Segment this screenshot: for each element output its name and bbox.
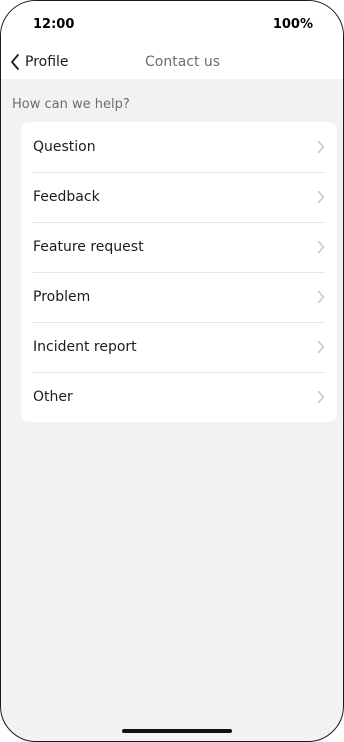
chevron-right-icon (317, 190, 325, 204)
list-item-other[interactable]: Other (21, 372, 337, 422)
list-item-label: Feedback (33, 189, 100, 205)
list-item-feature-request[interactable]: Feature request (21, 222, 337, 272)
chevron-right-icon (317, 390, 325, 404)
list-item-label: Question (33, 139, 96, 155)
chevron-right-icon (317, 290, 325, 304)
list-item-label: Problem (33, 289, 91, 305)
list-item-question[interactable]: Question (21, 122, 337, 172)
phone-screen: 12:00 100% Profile Contact us How can we… (0, 0, 344, 742)
list-item-incident-report[interactable]: Incident report (21, 322, 337, 372)
list-item-problem[interactable]: Problem (21, 272, 337, 322)
list-item-label: Incident report (33, 339, 137, 355)
list-item-feedback[interactable]: Feedback (21, 172, 337, 222)
battery-level: 100% (272, 17, 313, 32)
navigation-bar: Profile Contact us (1, 45, 343, 79)
back-button[interactable]: Profile (9, 51, 69, 73)
back-button-label: Profile (25, 54, 69, 70)
list-item-label: Feature request (33, 239, 144, 255)
section-header: How can we help? (12, 97, 130, 112)
list-item-label: Other (33, 389, 73, 405)
chevron-right-icon (317, 240, 325, 254)
chevron-right-icon (317, 140, 325, 154)
chevron-left-icon (11, 54, 19, 70)
status-bar: 12:00 100% (1, 1, 343, 45)
page-title: Contact us (145, 54, 221, 70)
home-indicator[interactable] (122, 729, 232, 733)
chevron-right-icon (317, 340, 325, 354)
status-time: 12:00 (33, 17, 75, 32)
help-topics-list: Question Feedback Feature request Proble… (21, 122, 337, 422)
